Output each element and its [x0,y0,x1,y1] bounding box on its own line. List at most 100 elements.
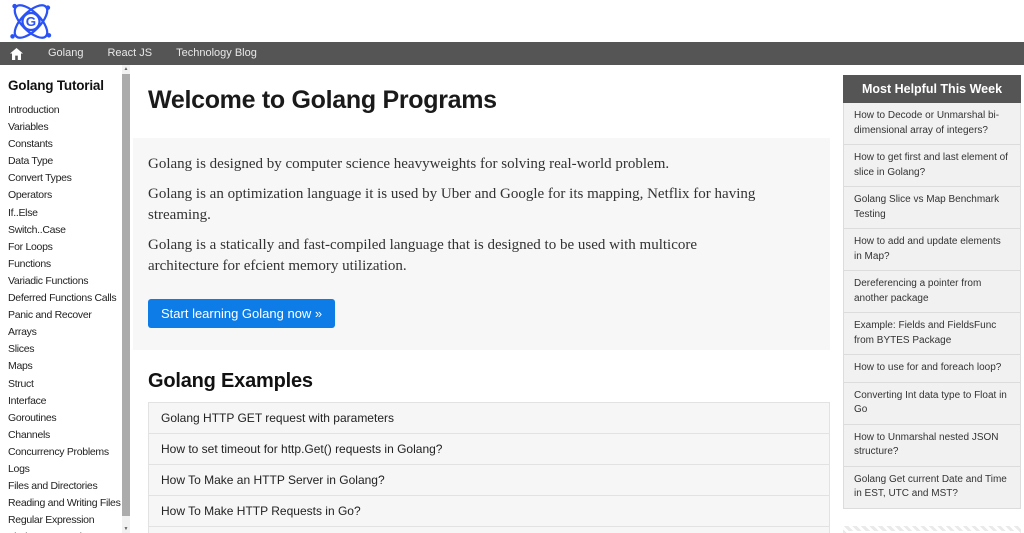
sidebar-item: Regular Expression [8,511,121,528]
helpful-link[interactable]: How to Decode or Unmarshal bi-dimensiona… [854,109,1010,138]
example-link[interactable]: How To Make an HTTP Server in Golang? [149,465,829,495]
sidebar-item: Concurrency Problems [8,443,121,460]
sidebar-item-link[interactable]: Regular Expression [8,514,95,526]
sidebar-item: Logs [8,460,121,477]
scroll-down-icon[interactable]: ▼ [122,525,130,533]
sidebar-item-link[interactable]: Variables [8,121,49,133]
sidebar-item: For Loops [8,238,121,255]
helpful-item: How to add and update elements in Map? [844,229,1020,271]
sidebar-item: Channels [8,426,121,443]
helpful-item: How to use for and foreach loop? [844,355,1020,383]
nav-item-react-js[interactable]: React JS [95,42,164,65]
most-helpful-header: Most Helpful This Week [843,75,1021,103]
example-link[interactable]: Golang HTTP GET request with parameters [149,403,829,433]
helpful-link[interactable]: Dereferencing a pointer from another pac… [854,277,1010,306]
sidebar-item: If..Else [8,204,121,221]
site-header: G [0,0,1024,42]
sidebar-item-link[interactable]: Maps [8,360,33,372]
intro-jumbotron: Golang is designed by computer science h… [133,138,830,350]
sidebar-item: Functions [8,255,121,272]
sidebar-item-link[interactable]: Convert Types [8,172,72,184]
sidebar-item-link[interactable]: Files and Directories [8,480,98,492]
sidebar-item-link[interactable]: Functions [8,258,51,270]
example-row: How To Make HTTP Requests in Go? [148,495,830,527]
sidebar-item: Slices [8,340,121,357]
sidebar-item: Maps [8,357,121,374]
sidebar-item: Convert Types [8,169,121,186]
helpful-item: How to Unmarshal nested JSON structure? [844,424,1020,467]
nav-item-technology-blog[interactable]: Technology Blog [164,42,269,65]
sidebar-item-link[interactable]: Goroutines [8,412,57,424]
right-sidebar: Most Helpful This Week How to Decode or … [843,65,1021,533]
helpful-link[interactable]: Golang Slice vs Map Benchmark Testing [854,193,1010,222]
sidebar-item-link[interactable]: Interface [8,395,46,407]
logo-letter: G [26,14,36,29]
helpful-item: Converting Int data type to Float in Go [844,382,1020,425]
sidebar-item: Introduction [8,101,121,118]
main-content: Welcome to Golang Programs Golang is des… [133,65,830,533]
helpful-link[interactable]: Converting Int data type to Float in Go [854,389,1010,418]
sidebar-item: Switch..Case [8,221,121,238]
atom-logo-icon: G [10,3,52,39]
intro-paragraph: Golang is a statically and fast-compiled… [148,237,698,274]
scrollbar-thumb[interactable] [122,74,130,516]
sidebar-item: Files and Directories [8,477,121,494]
sidebar-item-link[interactable]: For Loops [8,241,53,253]
sidebar-title: Golang Tutorial [8,78,104,93]
most-helpful-list: How to Decode or Unmarshal bi-dimensiona… [843,103,1021,509]
helpful-link[interactable]: Example: Fields and FieldsFunc from BYTE… [854,319,1010,348]
example-row: Golang HTTP GET request with parameters [148,402,830,434]
home-button[interactable] [0,47,36,60]
intro-paragraph: Golang is an optimization language it is… [148,186,756,223]
content-area: Golang Tutorial Introduction Variables C… [0,65,1024,533]
nav-item-golang[interactable]: Golang [36,42,95,65]
example-link[interactable]: How To Make HTTP Requests in Go? [149,496,829,526]
sidebar-item-link[interactable]: Arrays [8,326,37,338]
sidebar-item: Reading and Writing Files [8,494,121,511]
sidebar-item-link[interactable]: Reading and Writing Files [8,497,121,509]
helpful-link[interactable]: How to Unmarshal nested JSON structure? [854,431,1010,460]
example-row: How To Make an HTTP Server in Golang? [148,464,830,496]
sidebar-item: Deferred Functions Calls [8,289,121,306]
scroll-up-icon[interactable]: ▲ [122,65,130,73]
example-link[interactable]: Strip all white spaces, tabs, newlines f… [149,527,829,533]
page-title: Welcome to Golang Programs [148,86,497,114]
helpful-link[interactable]: How to use for and foreach loop? [854,361,1010,376]
sidebar-item: Operators [8,186,121,203]
helpful-link[interactable]: Golang Get current Date and Time in EST,… [854,473,1010,502]
sidebar-scrollbar[interactable]: ▲ ▼ [122,65,130,533]
sidebar-item-link[interactable]: Switch..Case [8,224,66,236]
helpful-item: Example: Fields and FieldsFunc from BYTE… [844,313,1020,355]
sidebar-nav-list: Introduction Variables Constants Data Ty… [8,101,121,533]
sidebar-item-link[interactable]: Constants [8,138,53,150]
start-learning-button[interactable]: Start learning Golang now » [148,299,336,328]
sidebar-item: Goroutines [8,409,121,426]
example-row: How to set timeout for http.Get() reques… [148,433,830,465]
intro-paragraphs: Golang is designed by computer science h… [148,154,770,277]
sidebar-item: Variadic Functions [8,272,121,289]
helpful-link[interactable]: How to add and update elements in Map? [854,235,1010,264]
sidebar-item-link[interactable]: Deferred Functions Calls [8,292,117,304]
sidebar-item-link[interactable]: Variadic Functions [8,275,89,287]
sidebar-item-link[interactable]: Introduction [8,104,60,116]
helpful-item: Dereferencing a pointer from another pac… [844,271,1020,313]
helpful-link[interactable]: How to get first and last element of sli… [854,151,1010,180]
home-icon [10,47,23,60]
sidebar-item-link[interactable]: Data Type [8,155,53,167]
sidebar-item-link[interactable]: If..Else [8,207,38,219]
sidebar-item-link[interactable]: Channels [8,429,50,441]
carbon-ad[interactable]: 2 1 3 Redesign the way you jam with FigJ… [843,525,1021,533]
sidebar-item-link[interactable]: Logs [8,463,30,475]
sidebar-item: Struct [8,375,121,392]
examples-list: Golang HTTP GET request with parameters … [148,402,830,533]
sidebar-item-link[interactable]: Concurrency Problems [8,446,109,458]
sidebar-item-link[interactable]: Slices [8,343,35,355]
sidebar-item-link[interactable]: Struct [8,378,34,390]
example-link[interactable]: How to set timeout for http.Get() reques… [149,434,829,464]
site-logo[interactable]: G [6,1,56,47]
sidebar-item-link[interactable]: Operators [8,189,52,201]
sidebar-item-link[interactable]: Panic and Recover [8,309,92,321]
intro-paragraph: Golang is designed by computer science h… [148,156,670,172]
examples-title: Golang Examples [148,370,313,392]
helpful-item: How to get first and last element of sli… [844,145,1020,187]
